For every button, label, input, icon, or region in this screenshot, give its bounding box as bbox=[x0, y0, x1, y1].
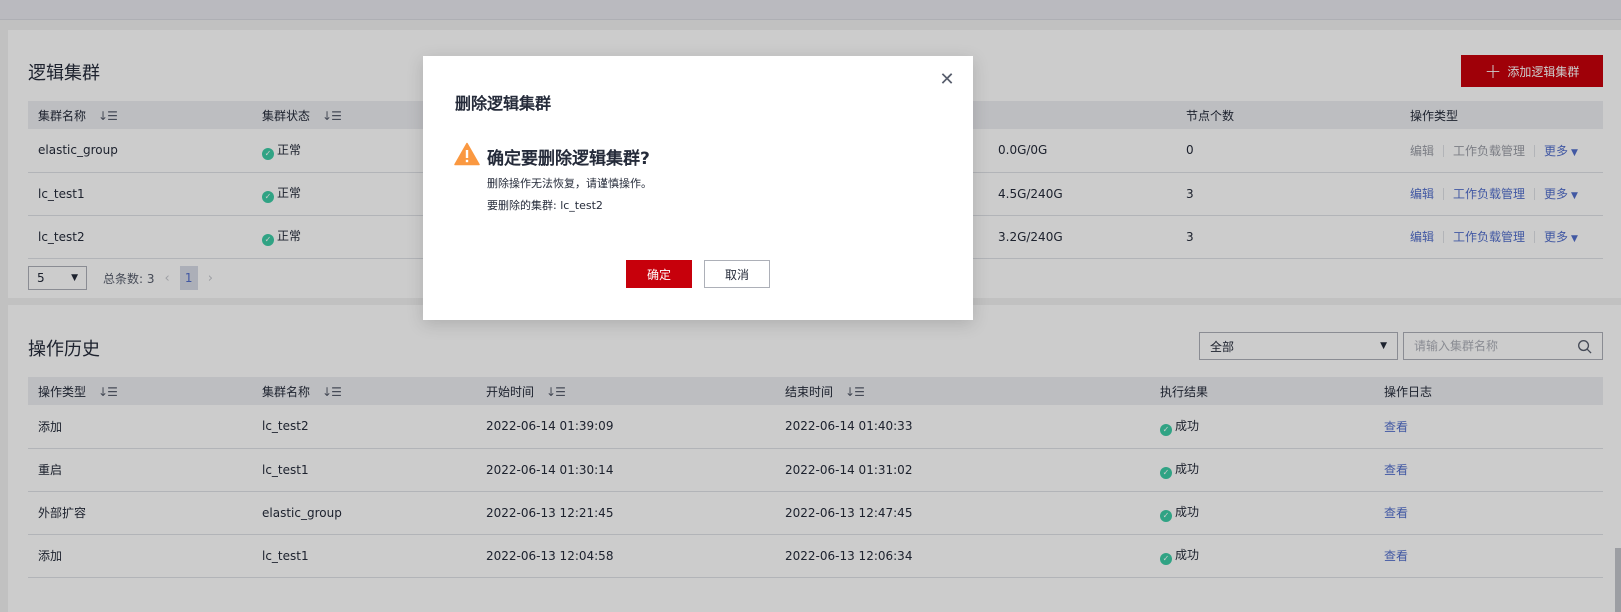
dialog-target-text: 要删除的集群: lc_test2 bbox=[487, 199, 603, 212]
dialog-warning-text: 删除操作无法恢复，请谨慎操作。 bbox=[487, 177, 652, 190]
warning-icon bbox=[454, 142, 480, 166]
dialog-heading: 确定要删除逻辑集群? bbox=[487, 149, 650, 169]
confirm-button[interactable]: 确定 bbox=[626, 260, 692, 288]
dialog-title: 删除逻辑集群 bbox=[455, 94, 552, 113]
close-icon[interactable]: ✕ bbox=[937, 70, 957, 90]
cancel-button[interactable]: 取消 bbox=[704, 260, 770, 288]
delete-cluster-dialog: 删除逻辑集群 ✕ 确定要删除逻辑集群? 删除操作无法恢复，请谨慎操作。 要删除的… bbox=[423, 56, 973, 320]
